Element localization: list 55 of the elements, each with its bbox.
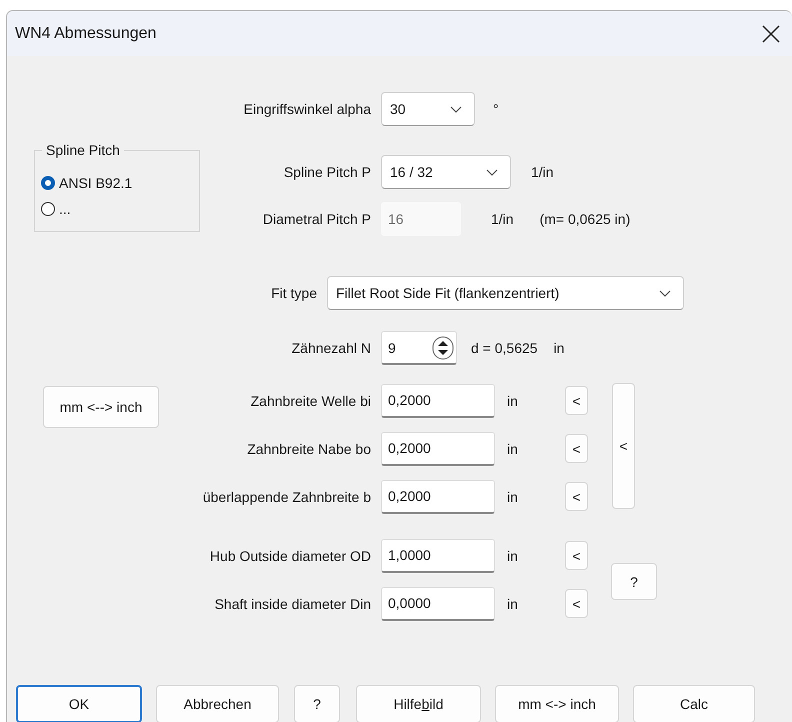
radio-button[interactable] xyxy=(41,202,55,216)
input-field[interactable]: 0,2000 xyxy=(381,384,495,418)
convert-button[interactable]: mm <--> inch xyxy=(43,386,159,428)
pitch-dropdown[interactable]: 16 / 32 xyxy=(381,155,511,189)
field-label: Zahnbreite Nabe bo xyxy=(246,440,371,456)
unit-label: in xyxy=(507,488,519,504)
field-label: überlappende Zahnbreite b xyxy=(202,488,371,504)
chevron-icon xyxy=(486,168,498,176)
unit-label: 1/in xyxy=(491,211,514,227)
radio-option[interactable]: ... xyxy=(41,196,199,222)
angle-dropdown[interactable]: 30 xyxy=(381,92,475,126)
chevron-icon xyxy=(659,290,671,296)
field-label: Spline Pitch P xyxy=(282,164,371,180)
unit-label: in xyxy=(507,548,519,564)
diameter-text: d = 0,5625 xyxy=(471,340,538,356)
copy-button[interactable]: < xyxy=(565,482,588,511)
window-title: WN4 Abmessungen xyxy=(15,24,156,42)
dialog-button[interactable]: Hilfebild xyxy=(356,685,481,722)
group-title: Spline Pitch xyxy=(42,142,124,158)
unit-label: in xyxy=(507,596,519,612)
help-button[interactable]: ? xyxy=(611,563,657,600)
dialog-button[interactable]: ? xyxy=(294,685,340,722)
unit-label: in xyxy=(554,340,564,356)
unit-label: in xyxy=(507,392,519,408)
close-icon[interactable] xyxy=(762,24,780,42)
dialog-button[interactable]: Abbrechen xyxy=(156,685,279,722)
copy-button[interactable]: < xyxy=(565,386,588,415)
copy-button[interactable]: < xyxy=(565,434,588,463)
copy-button[interactable]: < xyxy=(565,589,588,618)
dialog-button[interactable]: OK xyxy=(16,685,142,722)
field-label: Fit type xyxy=(270,285,317,301)
field-label: Shaft inside diameter Din xyxy=(214,596,371,612)
dialog-button[interactable]: mm <-> inch xyxy=(495,685,619,722)
copy-all-button[interactable]: < xyxy=(612,383,635,509)
field-label: Eingriffswinkel alpha xyxy=(242,101,371,117)
radio-button[interactable] xyxy=(41,176,55,190)
dialog-button[interactable]: Calc xyxy=(633,685,755,722)
module-text: (m= 0,0625 in) xyxy=(540,211,630,227)
chevron-icon xyxy=(450,106,462,112)
input-field[interactable]: 0,2000 xyxy=(381,480,495,514)
field-label: Diametral Pitch P xyxy=(262,211,371,227)
unit-label: 1/in xyxy=(531,164,554,180)
field-label: Zahnbreite Welle bi xyxy=(250,392,371,408)
unit-label: in xyxy=(507,440,519,456)
input-field[interactable]: 0,0000 xyxy=(381,586,495,620)
radio-option[interactable]: ANSI B92.1 xyxy=(41,170,199,196)
spinner-arrows-icon[interactable] xyxy=(432,336,454,360)
copy-button[interactable]: < xyxy=(565,541,588,570)
field-label: Hub Outside diameter OD xyxy=(208,548,371,564)
input-field[interactable]: 0,2000 xyxy=(381,432,495,466)
fit-type-dropdown[interactable]: Fillet Root Side Fit (flankenzentriert) xyxy=(327,276,684,310)
field-label: Zähnezahl N xyxy=(290,340,371,356)
spinner-field[interactable]: 9 xyxy=(381,331,457,365)
unit-label: ° xyxy=(493,101,499,117)
input-field[interactable]: 1,0000 xyxy=(381,538,495,572)
